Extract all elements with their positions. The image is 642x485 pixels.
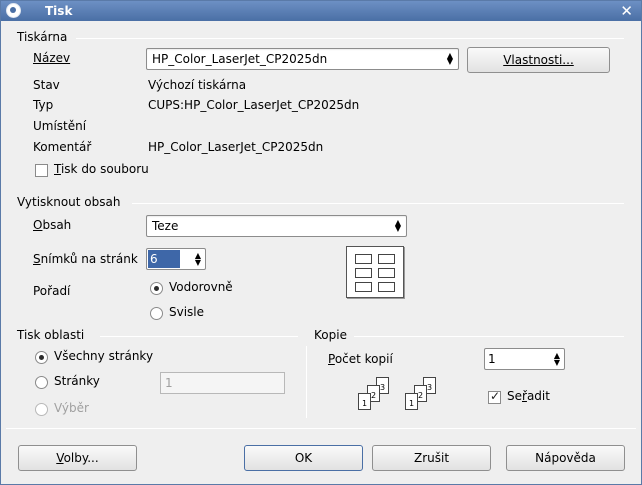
comment-value: HP_Color_LaserJet_CP2025dn [148,140,324,154]
range-selection-label[interactable]: Výběr [54,401,89,415]
cancel-button-label: Zrušit [413,451,450,465]
order-horizontal-radio[interactable] [150,282,163,295]
ok-button[interactable]: OK [244,445,363,471]
order-vertical-radio[interactable] [150,307,163,320]
print-to-file-checkbox[interactable] [35,164,48,177]
print-range-section-title: Tisk oblasti [17,328,85,342]
properties-button[interactable]: Vlastnosti... [467,47,610,73]
spin-arrows-icon[interactable]: ▲ ▼ [195,252,201,267]
content-value: Teze [152,219,179,233]
printer-section-title: Tiskárna [17,30,68,44]
content-select[interactable]: Teze ▲ ▼ [146,215,407,237]
printer-name-value: HP_Color_LaserJet_CP2025dn [152,52,328,66]
status-value: Výchozí tiskárna [148,78,247,92]
pages-range-value: 1 [165,376,173,390]
close-icon[interactable]: ✕ [620,2,633,20]
content-section-divider [132,203,624,204]
help-button-label: Nápověda [535,451,596,465]
printer-name-label: Název [33,51,71,65]
properties-button-label: Vlastnosti... [503,53,574,67]
slide-layout-preview-icon [346,246,404,298]
copies-count-label: Počet kopií [328,352,393,366]
collated-copies-icon: 3 2 1 [356,377,398,413]
location-label: Umístění [33,119,87,133]
copies-section-title: Kopie [314,328,347,342]
comment-label: Komentář [33,140,92,154]
content-section-title: Vytisknout obsah [17,195,121,209]
window-title: Tisk [45,4,73,18]
order-vertical-label[interactable]: Svisle [169,305,204,319]
collate-checkbox[interactable] [488,389,501,404]
app-icon[interactable] [6,3,21,18]
printer-name-select[interactable]: HP_Color_LaserJet_CP2025dn ▲ ▼ [146,48,459,70]
type-label: Typ [33,98,54,112]
footer-divider [6,428,636,429]
order-label: Pořadí [33,284,71,298]
pages-range-input[interactable]: 1 [160,372,285,394]
printer-section-divider [76,38,624,39]
collate-label[interactable]: Seřadit [507,389,550,403]
section-separator [306,346,307,418]
slides-per-page-value: 6 [148,250,180,268]
copies-divider [354,336,624,337]
type-value: CUPS:HP_Color_LaserJet_CP2025dn [148,98,360,112]
copies-count-value: 1 [488,352,496,366]
status-label: Stav [33,78,60,92]
title-bar[interactable]: Tisk ✕ [1,1,641,21]
content-label: Obsah [33,218,72,232]
slides-per-page-spinner[interactable]: 6 ▲ ▼ [146,248,206,270]
cancel-button[interactable]: Zrušit [372,445,491,471]
slides-per-page-label: Snímků na stránk [33,252,138,266]
print-dialog: Tisk ✕ Tiskárna Název HP_Color_LaserJet_… [0,0,642,485]
print-range-divider [100,336,298,337]
range-pages-radio[interactable] [35,376,48,389]
ok-button-label: OK [294,451,313,465]
print-to-file-label[interactable]: Tisk do souboru [54,162,149,176]
updown-arrows-icon: ▲ ▼ [446,51,453,66]
options-button[interactable]: Volby... [18,445,137,471]
help-button[interactable]: Nápověda [506,445,625,471]
spin-arrows-icon[interactable]: ▲ ▼ [554,352,560,367]
range-pages-label[interactable]: Stránky [54,374,100,388]
order-horizontal-label[interactable]: Vodorovně [169,280,233,294]
range-all-pages-label[interactable]: Všechny stránky [54,349,153,363]
range-selection-radio[interactable] [35,403,48,416]
options-button-label: olby... [63,451,99,465]
range-all-pages-radio[interactable] [35,351,48,364]
collated-copies-icon: 3 2 1 [403,377,445,413]
copies-count-spinner[interactable]: 1 ▲ ▼ [484,348,565,370]
updown-arrows-icon: ▲ ▼ [394,218,401,233]
